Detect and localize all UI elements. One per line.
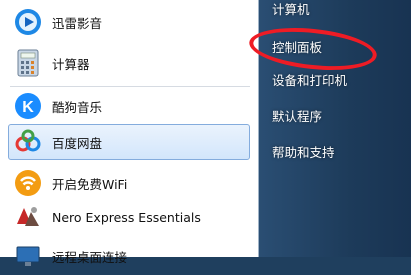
program-item-xunlei-player[interactable]: 迅雷影音 (8, 4, 250, 40)
xunlei-player-icon (13, 7, 43, 37)
program-item-free-wifi[interactable]: 开启免费WiFi (8, 165, 250, 201)
program-item-baidu-netdisk[interactable]: 百度网盘 (8, 124, 250, 160)
baidu-netdisk-icon (13, 127, 43, 157)
free-wifi-icon (13, 168, 43, 198)
menu-item-label: 帮助和支持 (272, 144, 335, 160)
program-label: 计算器 (52, 56, 90, 72)
menu-item-default-programs[interactable]: 默认程序 (259, 100, 411, 130)
program-label: 酷狗音乐 (52, 99, 103, 115)
menu-item-devices-and-printers[interactable]: 设备和打印机 (259, 64, 411, 94)
program-item-kugou-music[interactable]: K 酷狗音乐 (8, 88, 250, 124)
program-item-calculator[interactable]: 计算器 (8, 45, 250, 81)
menu-item-control-panel[interactable]: 控制面板 (259, 31, 411, 61)
programs-pane: 迅雷影音 计算器 K 酷狗音乐 百度网盘 开启免费WiFi Nero Expre… (0, 0, 259, 266)
kugou-music-icon: K (13, 91, 43, 121)
menu-item-label: 控制面板 (272, 39, 323, 55)
menu-item-label: 设备和打印机 (272, 72, 348, 88)
right-pane: 计算机 控制面板 设备和打印机 默认程序 帮助和支持 (259, 0, 411, 257)
program-label: 百度网盘 (52, 135, 103, 151)
program-label: Nero Express Essentials (52, 209, 201, 225)
program-label: 迅雷影音 (52, 15, 103, 31)
program-label: 开启免费WiFi (52, 176, 128, 192)
menu-item-computer[interactable]: 计算机 (259, 0, 411, 23)
menu-item-help-and-support[interactable]: 帮助和支持 (259, 136, 411, 166)
program-item-nero-express[interactable]: Nero Express Essentials (8, 199, 250, 235)
program-item-remote-desktop[interactable]: 远程桌面连接 (8, 238, 250, 274)
remote-desktop-icon (13, 241, 43, 271)
menu-item-label: 默认程序 (272, 108, 323, 124)
nero-express-icon (13, 202, 43, 232)
menu-item-label: 计算机 (272, 1, 310, 17)
separator (10, 86, 250, 87)
program-label: 远程桌面连接 (52, 249, 128, 265)
calculator-icon (13, 48, 43, 78)
svg-text:K: K (22, 99, 34, 116)
